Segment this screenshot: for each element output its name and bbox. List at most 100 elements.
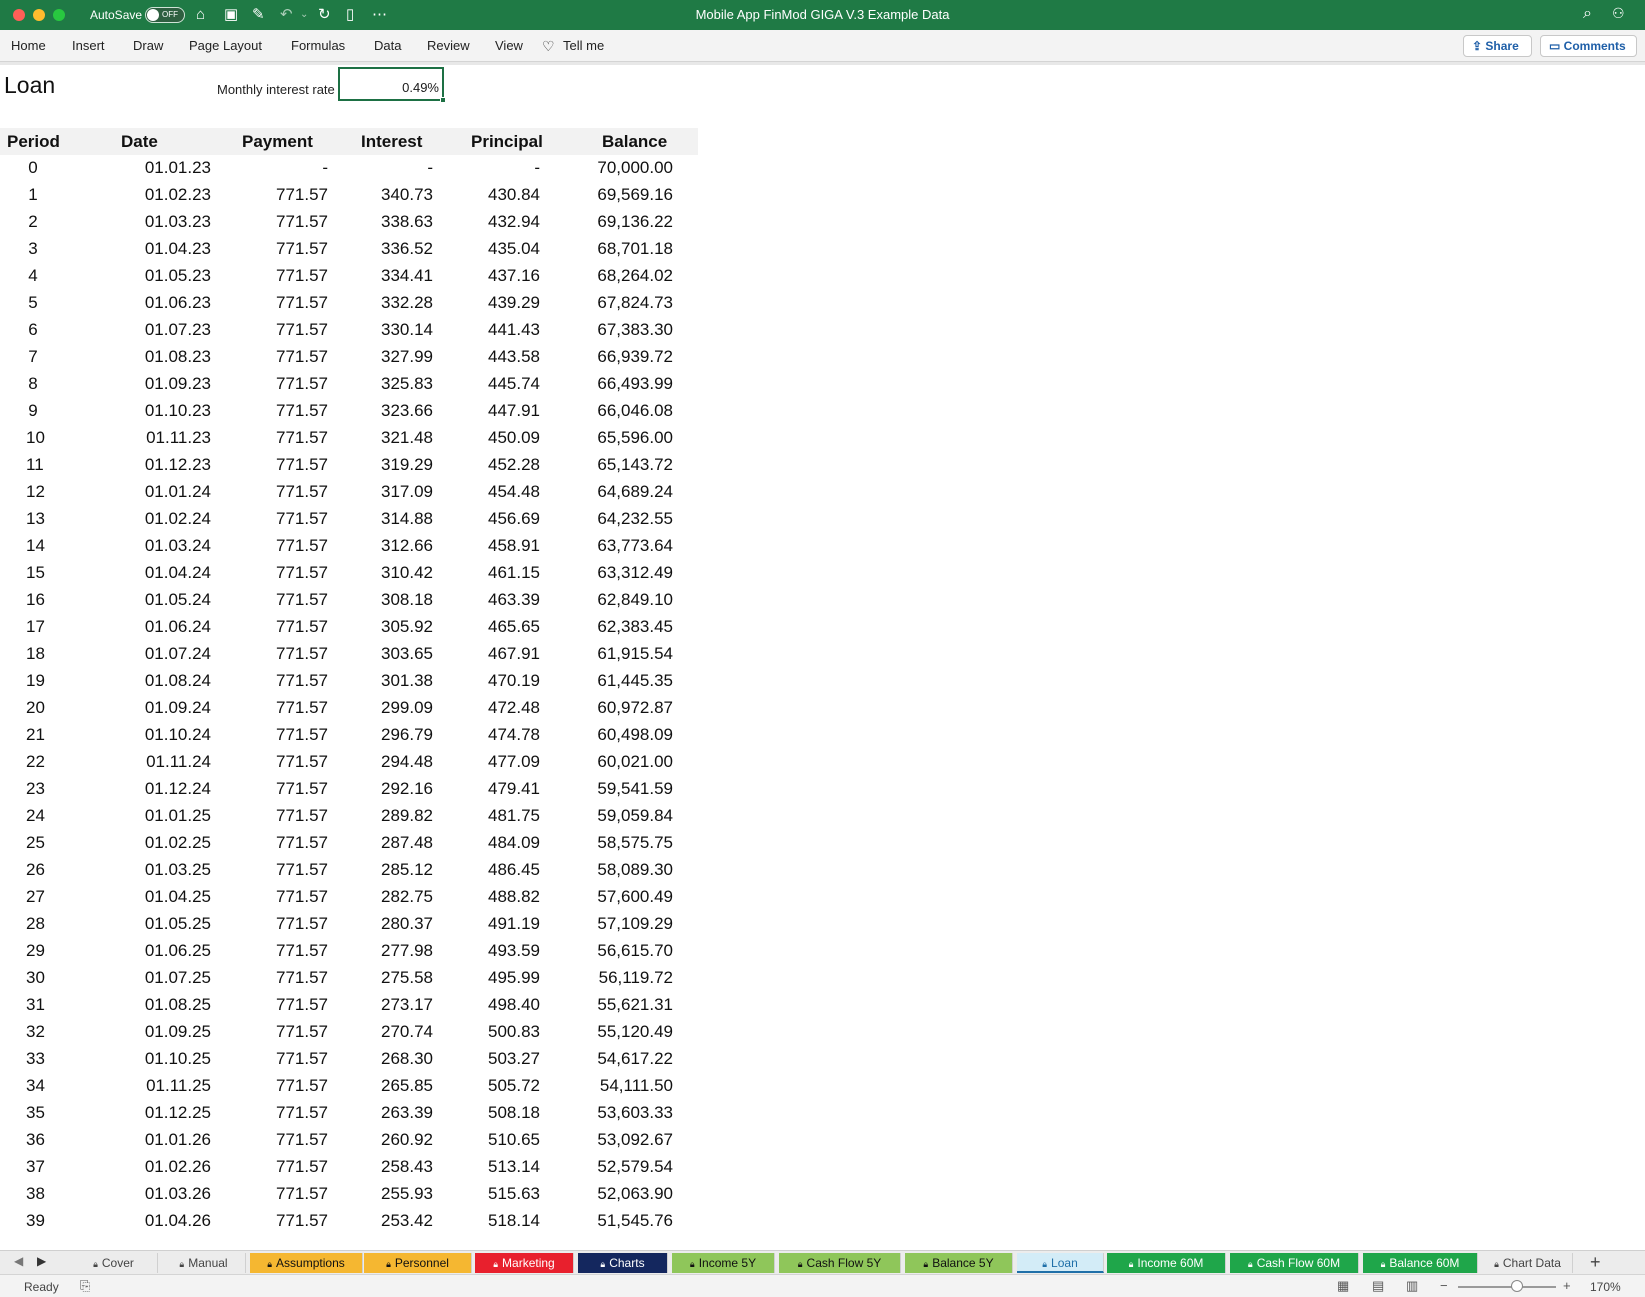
interest-cell[interactable]: 275.58 [363, 968, 433, 988]
account-icon[interactable]: ⚇ [1612, 5, 1625, 22]
date-cell[interactable]: 01.11.24 [140, 752, 211, 772]
balance-cell[interactable]: 60,498.09 [577, 725, 673, 745]
payment-cell[interactable]: 771.57 [260, 374, 328, 394]
balance-cell[interactable]: 58,575.75 [577, 833, 673, 853]
principal-cell[interactable]: 443.58 [466, 347, 540, 367]
balance-cell[interactable]: 61,915.54 [577, 644, 673, 664]
interest-cell[interactable]: 255.93 [363, 1184, 433, 1204]
interest-cell[interactable]: 260.92 [363, 1130, 433, 1150]
period-cell[interactable]: 10 [26, 428, 45, 448]
worksheet[interactable]: Loan Monthly interest rate 0.49% Period … [0, 65, 1645, 1250]
interest-cell[interactable]: 263.39 [363, 1103, 433, 1123]
period-cell[interactable]: 27 [26, 887, 45, 907]
period-cell[interactable]: 2 [26, 212, 40, 232]
date-cell[interactable]: 01.01.24 [140, 482, 211, 502]
principal-cell[interactable]: 465.65 [466, 617, 540, 637]
principal-cell[interactable]: 450.09 [466, 428, 540, 448]
period-cell[interactable]: 13 [26, 509, 45, 529]
principal-cell[interactable]: 432.94 [466, 212, 540, 232]
header-principal[interactable]: Principal [471, 132, 543, 152]
tab-balance-60m[interactable]: 🔒︎ Balance 60M [1363, 1253, 1478, 1273]
balance-cell[interactable]: 60,972.87 [577, 698, 673, 718]
tab-view[interactable]: View [495, 38, 523, 53]
interest-cell[interactable]: 273.17 [363, 995, 433, 1015]
period-cell[interactable]: 35 [26, 1103, 45, 1123]
principal-cell[interactable]: 481.75 [466, 806, 540, 826]
balance-cell[interactable]: 68,264.02 [577, 266, 673, 286]
balance-cell[interactable]: 61,445.35 [577, 671, 673, 691]
date-cell[interactable]: 01.12.25 [140, 1103, 211, 1123]
balance-cell[interactable]: 52,579.54 [577, 1157, 673, 1177]
tell-me[interactable]: Tell me [563, 38, 604, 53]
tab-manual[interactable]: 🔒︎ Manual [162, 1253, 246, 1273]
interest-cell[interactable]: 268.30 [363, 1049, 433, 1069]
principal-cell[interactable]: 493.59 [466, 941, 540, 961]
balance-cell[interactable]: 57,109.29 [577, 914, 673, 934]
date-cell[interactable]: 01.07.23 [140, 320, 211, 340]
interest-cell[interactable]: 340.73 [363, 185, 433, 205]
principal-cell[interactable]: 467.91 [466, 644, 540, 664]
payment-cell[interactable]: 771.57 [260, 428, 328, 448]
tab-cash-flow-60m[interactable]: 🔒︎ Cash Flow 60M [1230, 1253, 1359, 1273]
period-cell[interactable]: 21 [26, 725, 45, 745]
balance-cell[interactable]: 60,021.00 [577, 752, 673, 772]
rate-cell-selected[interactable]: 0.49% [338, 67, 446, 103]
interest-cell[interactable]: - [363, 158, 433, 178]
payment-cell[interactable]: 771.57 [260, 1184, 328, 1204]
date-cell[interactable]: 01.09.24 [140, 698, 211, 718]
period-cell[interactable]: 19 [26, 671, 45, 691]
interest-cell[interactable]: 330.14 [363, 320, 433, 340]
interest-cell[interactable]: 282.75 [363, 887, 433, 907]
principal-cell[interactable]: 470.19 [466, 671, 540, 691]
principal-cell[interactable]: 505.72 [466, 1076, 540, 1096]
balance-cell[interactable]: 59,059.84 [577, 806, 673, 826]
date-cell[interactable]: 01.03.25 [140, 860, 211, 880]
tab-home[interactable]: Home [11, 38, 46, 53]
payment-cell[interactable]: 771.57 [260, 563, 328, 583]
payment-cell[interactable]: 771.57 [260, 995, 328, 1015]
date-cell[interactable]: 01.03.23 [140, 212, 211, 232]
period-cell[interactable]: 24 [26, 806, 45, 826]
payment-cell[interactable]: 771.57 [260, 266, 328, 286]
payment-cell[interactable]: 771.57 [260, 212, 328, 232]
balance-cell[interactable]: 64,232.55 [577, 509, 673, 529]
balance-cell[interactable]: 52,063.90 [577, 1184, 673, 1204]
period-cell[interactable]: 30 [26, 968, 45, 988]
balance-cell[interactable]: 65,143.72 [577, 455, 673, 475]
date-cell[interactable]: 01.06.23 [140, 293, 211, 313]
payment-cell[interactable]: 771.57 [260, 617, 328, 637]
balance-cell[interactable]: 59,541.59 [577, 779, 673, 799]
period-cell[interactable]: 33 [26, 1049, 45, 1069]
payment-cell[interactable]: 771.57 [260, 671, 328, 691]
principal-cell[interactable]: 472.48 [466, 698, 540, 718]
date-cell[interactable]: 01.04.24 [140, 563, 211, 583]
principal-cell[interactable]: 454.48 [466, 482, 540, 502]
header-period[interactable]: Period [7, 132, 60, 152]
principal-cell[interactable]: - [466, 158, 540, 178]
interest-cell[interactable]: 277.98 [363, 941, 433, 961]
period-cell[interactable]: 31 [26, 995, 45, 1015]
period-cell[interactable]: 32 [26, 1022, 45, 1042]
interest-cell[interactable]: 327.99 [363, 347, 433, 367]
period-cell[interactable]: 3 [26, 239, 40, 259]
payment-cell[interactable]: 771.57 [260, 752, 328, 772]
principal-cell[interactable]: 474.78 [466, 725, 540, 745]
date-cell[interactable]: 01.04.25 [140, 887, 211, 907]
interest-cell[interactable]: 265.85 [363, 1076, 433, 1096]
date-cell[interactable]: 01.01.25 [140, 806, 211, 826]
period-cell[interactable]: 38 [26, 1184, 45, 1204]
payment-cell[interactable]: 771.57 [260, 293, 328, 313]
date-cell[interactable]: 01.03.24 [140, 536, 211, 556]
principal-cell[interactable]: 484.09 [466, 833, 540, 853]
period-cell[interactable]: 29 [26, 941, 45, 961]
period-cell[interactable]: 6 [26, 320, 40, 340]
balance-cell[interactable]: 66,493.99 [577, 374, 673, 394]
interest-cell[interactable]: 310.42 [363, 563, 433, 583]
payment-cell[interactable]: 771.57 [260, 455, 328, 475]
period-cell[interactable]: 16 [26, 590, 45, 610]
balance-cell[interactable]: 54,617.22 [577, 1049, 673, 1069]
period-cell[interactable]: 25 [26, 833, 45, 853]
period-cell[interactable]: 0 [26, 158, 40, 178]
scroll-tabs-right-icon[interactable]: ▶ [37, 1254, 46, 1268]
principal-cell[interactable]: 518.14 [466, 1211, 540, 1231]
